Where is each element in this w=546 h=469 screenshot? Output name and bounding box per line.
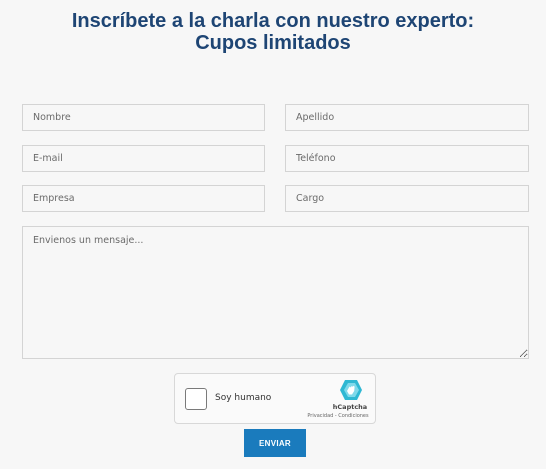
first-name-input[interactable] — [22, 104, 265, 131]
page-title: Inscríbete a la charla con nuestro exper… — [0, 10, 546, 54]
position-input[interactable] — [285, 185, 529, 212]
title-line-2: Cupos limitados — [195, 32, 351, 54]
captcha-checkbox[interactable] — [185, 388, 207, 410]
phone-input[interactable] — [285, 145, 529, 172]
captcha-label: Soy humano — [215, 393, 272, 403]
last-name-input[interactable] — [285, 104, 529, 131]
email-input[interactable] — [22, 145, 265, 172]
company-input[interactable] — [22, 185, 265, 212]
captcha-links[interactable]: Privacidad - Condiciones — [303, 413, 373, 419]
title-line-1: Inscríbete a la charla con nuestro exper… — [71, 10, 475, 32]
message-textarea[interactable] — [22, 226, 529, 359]
hcaptcha-logo-icon — [340, 380, 362, 400]
captcha-widget: Soy humano hCaptcha Privacidad - Condici… — [174, 373, 376, 424]
submit-button[interactable]: ENVIAR — [244, 429, 306, 457]
captcha-brand: hCaptcha — [332, 403, 368, 411]
